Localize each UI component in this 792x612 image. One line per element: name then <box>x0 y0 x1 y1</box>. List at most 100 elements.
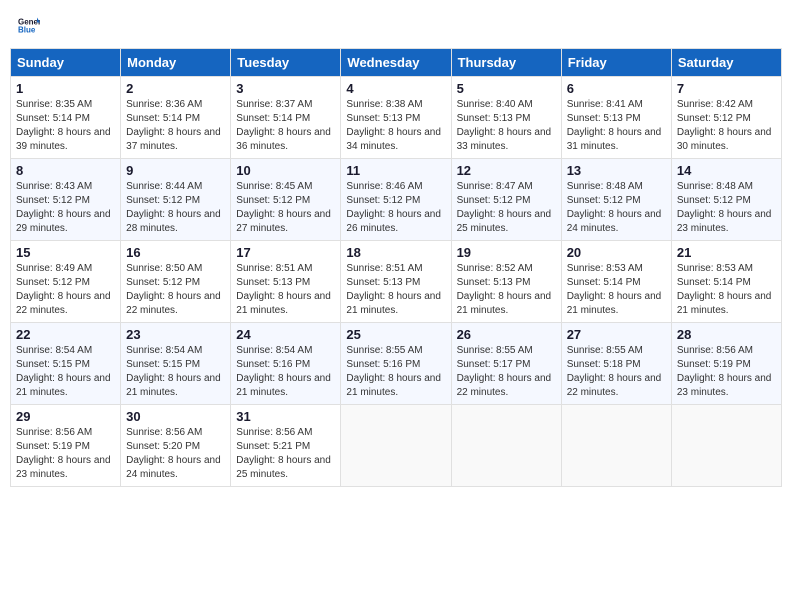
cell-text: Sunrise: 8:56 AMSunset: 5:21 PMDaylight:… <box>236 426 335 482</box>
day-number: 12 <box>457 163 556 178</box>
day-number: 2 <box>126 81 225 96</box>
day-number: 22 <box>16 327 115 342</box>
calendar-day-23: 23 Sunrise: 8:54 AMSunset: 5:15 PMDayligh… <box>121 323 231 405</box>
calendar-day-25: 25 Sunrise: 8:55 AMSunset: 5:16 PMDayligh… <box>341 323 451 405</box>
cell-text: Sunrise: 8:55 AMSunset: 5:16 PMDaylight:… <box>346 344 445 400</box>
svg-text:Blue: Blue <box>18 26 36 35</box>
cell-text: Sunrise: 8:56 AMSunset: 5:19 PMDaylight:… <box>677 344 776 400</box>
calendar-day-4: 4 Sunrise: 8:38 AMSunset: 5:13 PMDaylight… <box>341 77 451 159</box>
cell-text: Sunrise: 8:37 AMSunset: 5:14 PMDaylight:… <box>236 98 335 154</box>
calendar-week-row: 29 Sunrise: 8:56 AMSunset: 5:19 PMDayligh… <box>11 405 782 487</box>
calendar-day-13: 13 Sunrise: 8:48 AMSunset: 5:12 PMDayligh… <box>561 159 671 241</box>
empty-cell <box>451 405 561 487</box>
cell-text: Sunrise: 8:54 AMSunset: 5:15 PMDaylight:… <box>16 344 115 400</box>
calendar-day-6: 6Sunrise: 8:41 AMSunset: 5:13 PMDaylight… <box>561 77 671 159</box>
calendar-week-row: 1 Sunrise: 8:35 AMSunset: 5:14 PMDaylight… <box>11 77 782 159</box>
day-number: 3 <box>236 81 335 96</box>
cell-text: Sunrise: 8:48 AMSunset: 5:12 PMDaylight:… <box>567 180 666 236</box>
cell-text: Sunrise: 8:55 AMSunset: 5:18 PMDaylight:… <box>567 344 666 400</box>
calendar-day-18: 18 Sunrise: 8:51 AMSunset: 5:13 PMDayligh… <box>341 241 451 323</box>
logo: General Blue <box>18 14 40 36</box>
cell-text: Sunrise: 8:48 AMSunset: 5:12 PMDaylight:… <box>677 180 776 236</box>
day-number: 6 <box>567 81 666 96</box>
cell-text: Sunrise: 8:52 AMSunset: 5:13 PMDaylight:… <box>457 262 556 318</box>
calendar-day-21: 21 Sunrise: 8:53 AMSunset: 5:14 PMDayligh… <box>671 241 781 323</box>
day-header-thursday: Thursday <box>451 49 561 77</box>
calendar-day-10: 10 Sunrise: 8:45 AMSunset: 5:12 PMDayligh… <box>231 159 341 241</box>
day-number: 9 <box>126 163 225 178</box>
cell-text: Sunrise: 8:56 AMSunset: 5:20 PMDaylight:… <box>126 426 225 482</box>
cell-text: Sunrise: 8:38 AMSunset: 5:13 PMDaylight:… <box>346 98 445 154</box>
day-header-sunday: Sunday <box>11 49 121 77</box>
cell-text: Sunrise: 8:54 AMSunset: 5:15 PMDaylight:… <box>126 344 225 400</box>
day-header-tuesday: Tuesday <box>231 49 341 77</box>
calendar-day-31: 31 Sunrise: 8:56 AMSunset: 5:21 PMDayligh… <box>231 405 341 487</box>
calendar-day-14: 14 Sunrise: 8:48 AMSunset: 5:12 PMDayligh… <box>671 159 781 241</box>
calendar-week-row: 22 Sunrise: 8:54 AMSunset: 5:15 PMDayligh… <box>11 323 782 405</box>
day-number: 13 <box>567 163 666 178</box>
cell-text: Sunrise: 8:49 AMSunset: 5:12 PMDaylight:… <box>16 262 115 318</box>
cell-text: Sunrise: 8:54 AMSunset: 5:16 PMDaylight:… <box>236 344 335 400</box>
calendar-day-12: 12 Sunrise: 8:47 AMSunset: 5:12 PMDayligh… <box>451 159 561 241</box>
cell-text: Sunrise: 8:40 AMSunset: 5:13 PMDaylight:… <box>457 98 556 154</box>
empty-cell <box>561 405 671 487</box>
day-number: 4 <box>346 81 445 96</box>
logo-icon: General Blue <box>18 14 40 36</box>
cell-text: Sunrise: 8:50 AMSunset: 5:12 PMDaylight:… <box>126 262 225 318</box>
calendar-day-16: 16 Sunrise: 8:50 AMSunset: 5:12 PMDayligh… <box>121 241 231 323</box>
calendar-day-20: 20 Sunrise: 8:53 AMSunset: 5:14 PMDayligh… <box>561 241 671 323</box>
day-number: 8 <box>16 163 115 178</box>
day-number: 1 <box>16 81 115 96</box>
day-header-saturday: Saturday <box>671 49 781 77</box>
calendar-day-15: 15 Sunrise: 8:49 AMSunset: 5:12 PMDayligh… <box>11 241 121 323</box>
day-header-wednesday: Wednesday <box>341 49 451 77</box>
cell-text: Sunrise: 8:47 AMSunset: 5:12 PMDaylight:… <box>457 180 556 236</box>
calendar-day-27: 27Sunrise: 8:55 AMSunset: 5:18 PMDayligh… <box>561 323 671 405</box>
day-number: 21 <box>677 245 776 260</box>
day-number: 18 <box>346 245 445 260</box>
calendar-day-17: 17 Sunrise: 8:51 AMSunset: 5:13 PMDayligh… <box>231 241 341 323</box>
day-number: 15 <box>16 245 115 260</box>
calendar-day-24: 24Sunrise: 8:54 AMSunset: 5:16 PMDayligh… <box>231 323 341 405</box>
day-number: 30 <box>126 409 225 424</box>
calendar-day-22: 22 Sunrise: 8:54 AMSunset: 5:15 PMDayligh… <box>11 323 121 405</box>
cell-text: Sunrise: 8:53 AMSunset: 5:14 PMDaylight:… <box>677 262 776 318</box>
calendar-day-3: 3 Sunrise: 8:37 AMSunset: 5:14 PMDaylight… <box>231 77 341 159</box>
day-number: 16 <box>126 245 225 260</box>
calendar-day-28: 28 Sunrise: 8:56 AMSunset: 5:19 PMDayligh… <box>671 323 781 405</box>
day-number: 26 <box>457 327 556 342</box>
day-number: 20 <box>567 245 666 260</box>
calendar-week-row: 15 Sunrise: 8:49 AMSunset: 5:12 PMDayligh… <box>11 241 782 323</box>
cell-text: Sunrise: 8:43 AMSunset: 5:12 PMDaylight:… <box>16 180 115 236</box>
day-number: 19 <box>457 245 556 260</box>
cell-text: Sunrise: 8:46 AMSunset: 5:12 PMDaylight:… <box>346 180 445 236</box>
calendar-day-2: 2Sunrise: 8:36 AMSunset: 5:14 PMDaylight… <box>121 77 231 159</box>
day-number: 10 <box>236 163 335 178</box>
calendar-day-1: 1 Sunrise: 8:35 AMSunset: 5:14 PMDaylight… <box>11 77 121 159</box>
day-number: 28 <box>677 327 776 342</box>
day-number: 11 <box>346 163 445 178</box>
calendar-day-30: 30 Sunrise: 8:56 AMSunset: 5:20 PMDayligh… <box>121 405 231 487</box>
cell-text: Sunrise: 8:56 AMSunset: 5:19 PMDaylight:… <box>16 426 115 482</box>
cell-text: Sunrise: 8:53 AMSunset: 5:14 PMDaylight:… <box>567 262 666 318</box>
day-number: 23 <box>126 327 225 342</box>
day-number: 14 <box>677 163 776 178</box>
calendar-day-11: 11 Sunrise: 8:46 AMSunset: 5:12 PMDayligh… <box>341 159 451 241</box>
calendar-header-row: SundayMondayTuesdayWednesdayThursdayFrid… <box>11 49 782 77</box>
cell-text: Sunrise: 8:45 AMSunset: 5:12 PMDaylight:… <box>236 180 335 236</box>
cell-text: Sunrise: 8:51 AMSunset: 5:13 PMDaylight:… <box>346 262 445 318</box>
calendar-day-29: 29 Sunrise: 8:56 AMSunset: 5:19 PMDayligh… <box>11 405 121 487</box>
day-number: 17 <box>236 245 335 260</box>
cell-text: Sunrise: 8:55 AMSunset: 5:17 PMDaylight:… <box>457 344 556 400</box>
empty-cell <box>341 405 451 487</box>
empty-cell <box>671 405 781 487</box>
calendar-day-7: 7Sunrise: 8:42 AMSunset: 5:12 PMDaylight… <box>671 77 781 159</box>
page-header: General Blue <box>10 10 782 40</box>
cell-text: Sunrise: 8:51 AMSunset: 5:13 PMDaylight:… <box>236 262 335 318</box>
cell-text: Sunrise: 8:42 AMSunset: 5:12 PMDaylight:… <box>677 98 776 154</box>
cell-text: Sunrise: 8:35 AMSunset: 5:14 PMDaylight:… <box>16 98 115 154</box>
day-number: 25 <box>346 327 445 342</box>
day-number: 29 <box>16 409 115 424</box>
calendar-day-26: 26 Sunrise: 8:55 AMSunset: 5:17 PMDayligh… <box>451 323 561 405</box>
day-number: 31 <box>236 409 335 424</box>
